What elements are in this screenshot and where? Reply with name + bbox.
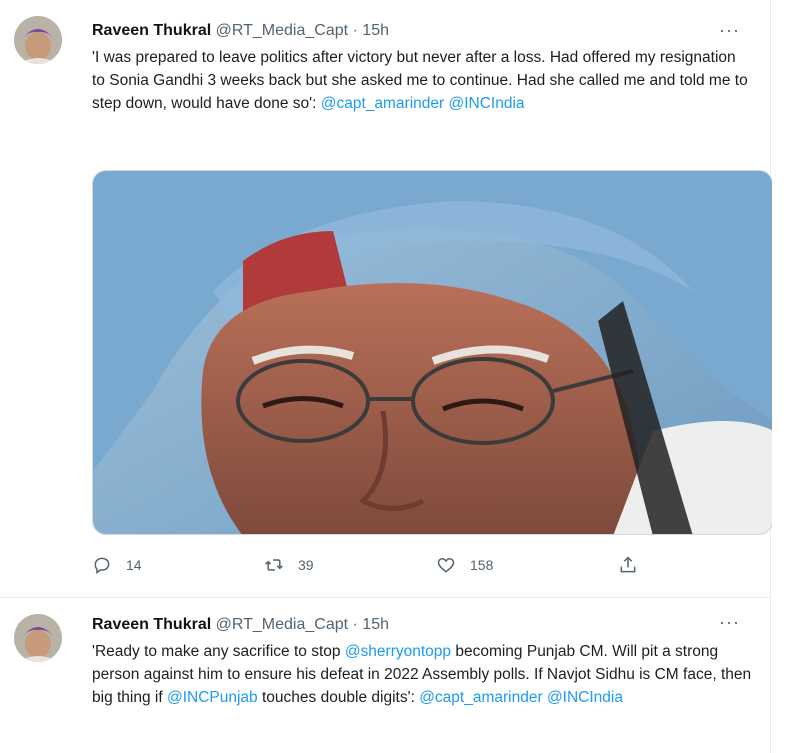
tweet-header: Raveen Thukral @RT_Media_Capt · 15h [92, 20, 389, 42]
mention-link[interactable]: @capt_amarinder [321, 95, 444, 112]
tweet-text-segment: 'Ready to make any sacrifice to stop [92, 643, 345, 660]
mention-link[interactable]: @INCIndia [448, 95, 524, 112]
tweet-photo[interactable] [92, 170, 773, 535]
retweet-count: 39 [298, 557, 314, 573]
avatar-image [14, 16, 62, 64]
mention-link[interactable]: @INCPunjab [167, 689, 258, 706]
timeline-feed: Raveen Thukral @RT_Media_Capt · 15h ··· … [0, 0, 773, 753]
author-name[interactable]: Raveen Thukral [92, 616, 211, 633]
retweet-icon [265, 559, 283, 571]
reply-button[interactable]: 14 [92, 553, 142, 577]
mention-link[interactable]: @capt_amarinder [419, 689, 542, 706]
timestamp[interactable]: 15h [362, 616, 389, 633]
tweet[interactable]: Raveen Thukral @RT_Media_Capt · 15h ··· … [0, 0, 773, 598]
tweet-text: 'I was prepared to leave politics after … [92, 46, 752, 115]
separator-dot: · [352, 22, 358, 39]
tweet-actions: 14 39 158 [92, 553, 652, 577]
share-button[interactable] [618, 553, 638, 577]
tweet-header: Raveen Thukral @RT_Media_Capt · 15h [92, 614, 389, 636]
reply-count: 14 [126, 557, 142, 573]
like-count: 158 [470, 557, 494, 573]
author-name[interactable]: Raveen Thukral [92, 22, 211, 39]
tweet[interactable]: Raveen Thukral @RT_Media_Capt · 15h ··· … [0, 598, 770, 753]
heart-icon [437, 557, 455, 573]
more-horizontal-icon[interactable]: ··· [719, 20, 740, 41]
right-gutter [772, 0, 800, 753]
retweet-button[interactable]: 39 [264, 553, 314, 577]
tweet-text: 'Ready to make any sacrifice to stop @sh… [92, 640, 752, 709]
author-handle[interactable]: @RT_Media_Capt [216, 616, 348, 633]
separator-dot: · [352, 616, 358, 633]
reply-icon [94, 557, 110, 574]
mention-link[interactable]: @sherryontopp [345, 643, 451, 660]
like-button[interactable]: 158 [436, 553, 493, 577]
more-horizontal-icon[interactable]: ··· [719, 612, 740, 633]
tweet-text-segment: touches double digits': [257, 689, 420, 706]
author-handle[interactable]: @RT_Media_Capt [216, 22, 348, 39]
mention-link[interactable]: @INCIndia [547, 689, 623, 706]
avatar[interactable] [14, 16, 62, 64]
avatar-image [14, 614, 62, 662]
photo-image [93, 171, 772, 534]
avatar[interactable] [14, 614, 62, 662]
share-icon [620, 556, 636, 573]
timestamp[interactable]: 15h [362, 22, 389, 39]
